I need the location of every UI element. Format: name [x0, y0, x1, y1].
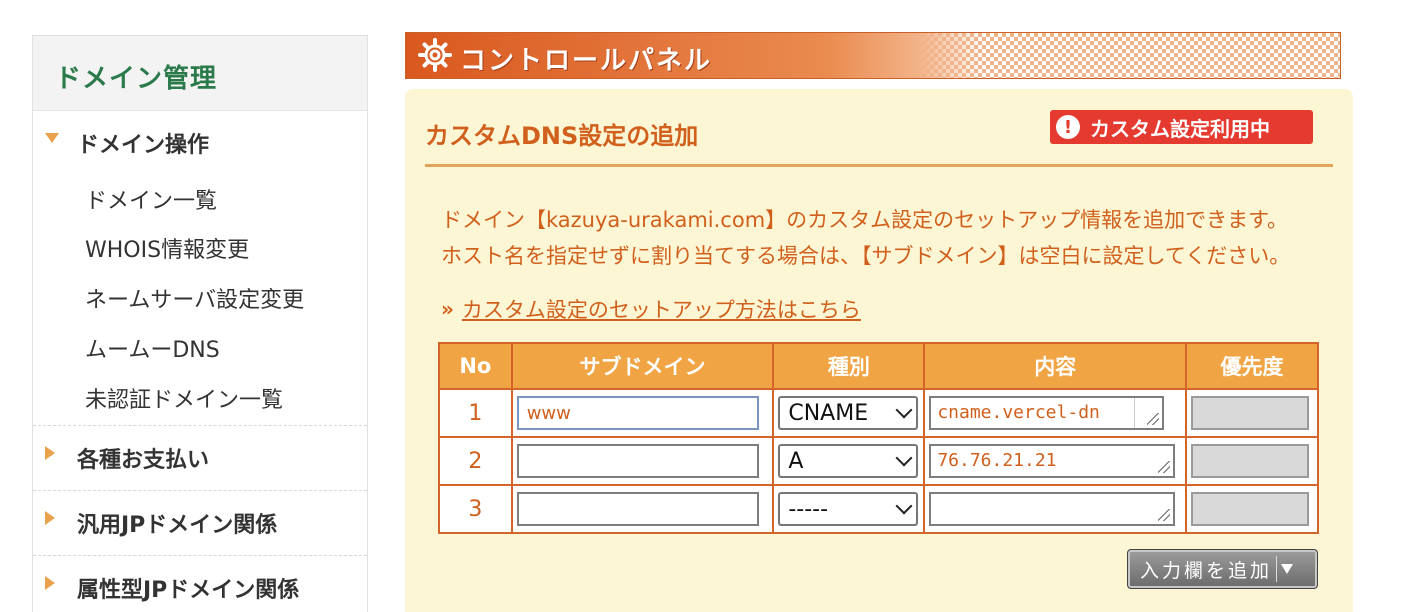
- content-value: cname.vercel-dn: [937, 402, 1100, 423]
- table-row: 1 www CNAME cname.vercel-dn: [438, 388, 1319, 438]
- submenu-item-whois[interactable]: WHOIS情報変更: [33, 223, 367, 273]
- subdomain-input[interactable]: www: [516, 396, 759, 430]
- type-select-value: CNAME: [788, 400, 869, 426]
- submenu-list: ドメイン一覧 WHOIS情報変更 ネームサーバ設定変更 ムームーDNS 未認証ド…: [33, 175, 367, 425]
- priority-cell: [1185, 436, 1319, 486]
- priority-cell: [1185, 388, 1319, 438]
- row-number: 1: [438, 388, 513, 438]
- subdomain-cell: www: [510, 388, 775, 438]
- subdomain-cell: [510, 484, 775, 534]
- add-button-label: 入力欄を追加: [1140, 559, 1273, 582]
- badge-label: カスタム設定利用中: [1090, 116, 1270, 141]
- header-content: 内容: [923, 342, 1188, 390]
- menu-group-payments: 各種お支払い: [33, 426, 367, 491]
- type-select[interactable]: A: [778, 444, 919, 478]
- sidebar-title: ドメイン管理: [55, 64, 218, 94]
- subdomain-cell: [510, 436, 775, 486]
- menu-group-label: 属性型JPドメイン関係: [77, 578, 300, 603]
- row-number: 2: [438, 436, 513, 486]
- menu-group-label: 汎用JPドメイン関係: [77, 513, 278, 538]
- triangle-down-icon: [45, 133, 59, 143]
- resize-grip-icon[interactable]: [1158, 461, 1171, 473]
- priority-cell: [1185, 484, 1319, 534]
- custom-dns-section: カスタムDNS設定の追加 ! カスタム設定利用中 ドメイン【kazuya-ura…: [405, 89, 1353, 612]
- guide-link-row: » カスタム設定のセットアップ方法はこちら: [441, 294, 861, 324]
- dns-records-table: No サブドメイン 種別 内容 優先度 1 www CNAME cname.ve…: [438, 342, 1319, 534]
- type-select-value: -----: [788, 496, 829, 522]
- resize-grip-icon[interactable]: [1147, 413, 1160, 425]
- menu-group-title-payments[interactable]: 各種お支払い: [33, 426, 367, 490]
- content-textarea[interactable]: [929, 492, 1176, 526]
- sidebar: ドメイン管理 ドメイン操作 ドメイン一覧 WHOIS情報変更 ネームサーバ設定変…: [32, 35, 368, 612]
- section-description: ドメイン【kazuya-urakami.com】のカスタム設定のセットアップ情報…: [441, 202, 1290, 274]
- subdomain-input[interactable]: [516, 444, 759, 478]
- description-line-2: ホスト名を指定せずに割り当てする場合は、【サブドメイン】は空白に設定してください…: [441, 244, 1291, 268]
- double-chevron-icon: »: [441, 297, 454, 321]
- table-row: 2 A 76.76.21.21: [438, 436, 1319, 486]
- triangle-right-icon: [45, 446, 55, 460]
- submenu-item-muumuu-dns[interactable]: ムームーDNS: [33, 323, 367, 373]
- type-select-value: A: [788, 448, 804, 474]
- section-divider: [425, 164, 1333, 167]
- header-subdomain: サブドメイン: [510, 342, 775, 390]
- menu-group-title-domain-ops[interactable]: ドメイン操作: [33, 111, 367, 175]
- type-cell: -----: [772, 484, 926, 534]
- content-textarea[interactable]: 76.76.21.21: [929, 444, 1176, 478]
- content-cell: 76.76.21.21: [923, 436, 1188, 486]
- section-title: カスタムDNS設定の追加: [425, 122, 699, 150]
- header-type: 種別: [772, 342, 926, 390]
- subdomain-input[interactable]: [516, 492, 759, 526]
- panel-title: コントロールパネル: [460, 46, 713, 76]
- control-panel-header: コントロールパネル: [405, 32, 1341, 79]
- row-number: 3: [438, 484, 513, 534]
- type-select[interactable]: -----: [778, 492, 919, 526]
- type-cell: A: [772, 436, 926, 486]
- priority-input-disabled: [1191, 444, 1310, 478]
- custom-setting-in-use-badge: ! カスタム設定利用中: [1050, 110, 1313, 144]
- submenu-item-nameserver[interactable]: ネームサーバ設定変更: [33, 273, 367, 323]
- priority-input-disabled: [1191, 396, 1310, 430]
- chevron-down-icon: [895, 497, 913, 515]
- description-line-1: ドメイン【kazuya-urakami.com】のカスタム設定のセットアップ情報…: [441, 208, 1289, 232]
- menu-group-attribute-jp: 属性型JPドメイン関係: [33, 556, 367, 612]
- content-textarea[interactable]: cname.vercel-dn: [929, 396, 1165, 430]
- priority-input-disabled: [1191, 492, 1310, 526]
- header-no: No: [438, 342, 513, 390]
- content-cell: cname.vercel-dn: [923, 388, 1188, 438]
- table-header-row: No サブドメイン 種別 内容 優先度: [438, 342, 1319, 390]
- content-cell: [923, 484, 1188, 534]
- menu-group-generic-jp: 汎用JPドメイン関係: [33, 491, 367, 556]
- chevron-down-icon: [895, 449, 913, 467]
- setup-guide-link[interactable]: カスタム設定のセットアップ方法はこちら: [462, 294, 861, 324]
- type-cell: CNAME: [772, 388, 926, 438]
- gear-icon: [418, 38, 452, 72]
- button-separator: [1276, 556, 1278, 582]
- menu-group-label: ドメイン操作: [77, 133, 210, 158]
- submenu-item-domain-list[interactable]: ドメイン一覧: [33, 175, 367, 223]
- add-input-row-button[interactable]: 入力欄を追加: [1127, 549, 1318, 589]
- menu-group-title-attribute-jp[interactable]: 属性型JPドメイン関係: [33, 556, 367, 612]
- header-priority: 優先度: [1185, 342, 1319, 390]
- resize-grip-icon[interactable]: [1158, 509, 1171, 521]
- triangle-down-icon: [1281, 564, 1294, 574]
- table-row: 3 -----: [438, 484, 1319, 534]
- menu-group-title-generic-jp[interactable]: 汎用JPドメイン関係: [33, 491, 367, 555]
- type-select[interactable]: CNAME: [778, 396, 919, 430]
- menu-group-domain-ops: ドメイン操作 ドメイン一覧 WHOIS情報変更 ネームサーバ設定変更 ムームーD…: [33, 111, 367, 426]
- triangle-right-icon: [45, 511, 55, 525]
- exclamation-icon: !: [1056, 115, 1080, 139]
- sidebar-header: ドメイン管理: [33, 36, 367, 111]
- chevron-down-icon: [895, 401, 913, 419]
- content-value: 76.76.21.21: [937, 450, 1057, 471]
- submenu-item-unverified[interactable]: 未認証ドメイン一覧: [33, 373, 367, 423]
- menu-group-label: 各種お支払い: [77, 448, 210, 473]
- triangle-right-icon: [45, 576, 55, 590]
